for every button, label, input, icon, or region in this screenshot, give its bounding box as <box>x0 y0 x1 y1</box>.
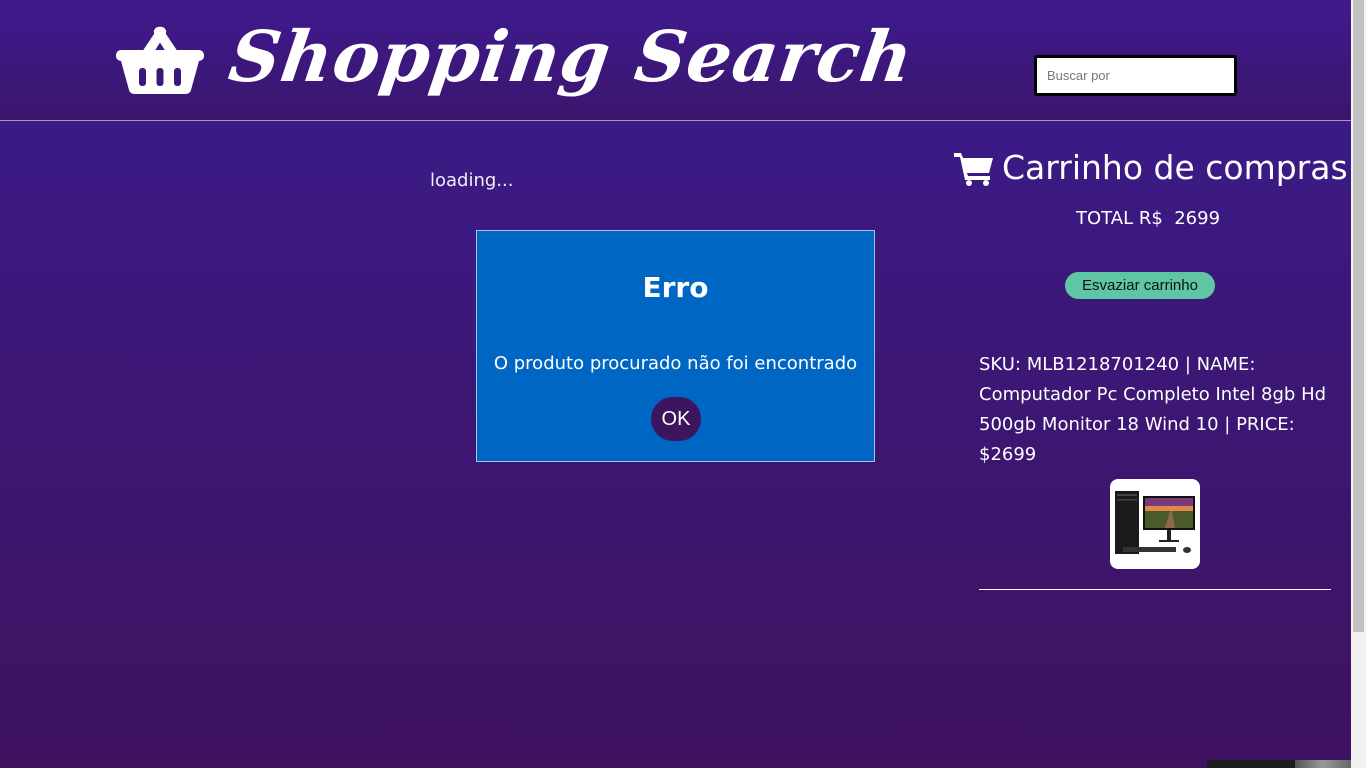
modal-title: Erro <box>642 271 709 304</box>
site-title: Shopping Search <box>224 15 919 98</box>
modal-message: O produto procurado não foi encontrado <box>493 353 858 374</box>
shopping-cart-icon <box>954 153 993 186</box>
cart-item-image <box>1110 479 1200 569</box>
empty-cart-button[interactable]: Esvaziar carrinho <box>1065 272 1215 299</box>
shopping-basket-icon <box>116 26 204 94</box>
cart-title: Carrinho de compras <box>1002 148 1348 187</box>
page: Shopping Search loading... Erro O produt… <box>0 0 1351 768</box>
page-scrollbar[interactable] <box>1351 0 1366 768</box>
desktop-computer-thumbnail <box>1115 491 1195 554</box>
error-modal: Erro O produto procurado não foi encontr… <box>476 230 875 462</box>
site-header: Shopping Search <box>0 0 1351 121</box>
cart-divider <box>979 589 1331 590</box>
ok-button[interactable]: OK <box>651 397 701 441</box>
search-input[interactable] <box>1034 55 1237 96</box>
corner-thumbnail-image <box>1295 760 1351 768</box>
cart-item-details: SKU: MLB1218701240 | NAME: Computador Pc… <box>979 354 1327 465</box>
corner-thumbnail <box>1207 760 1351 768</box>
loading-text: loading... <box>430 170 514 191</box>
cart-total: TOTAL R$ 2699 <box>1076 208 1221 229</box>
scrollbar-thumb[interactable] <box>1353 0 1364 632</box>
